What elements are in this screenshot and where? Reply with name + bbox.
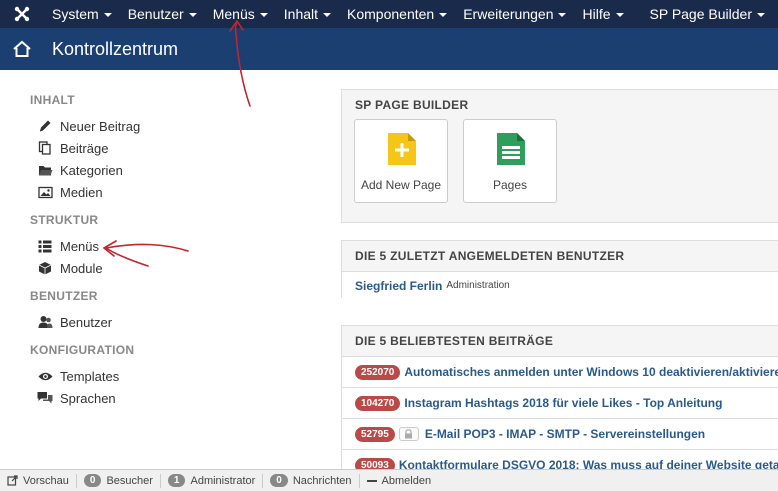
messages-status[interactable]: 0 Nachrichten	[263, 473, 360, 488]
nav-erweiterungen[interactable]: Erweiterungen	[455, 0, 574, 28]
messages-count: 0	[270, 474, 288, 487]
cube-icon	[37, 260, 53, 276]
add-new-page-label: Add New Page	[360, 178, 442, 192]
user-name-link[interactable]: Siegfried Ferlin	[355, 279, 442, 293]
nav-system[interactable]: System	[44, 0, 120, 28]
lock-icon	[398, 427, 419, 441]
add-new-page-tile[interactable]: Add New Page	[354, 119, 448, 203]
list-item: 104270 Instagram Hashtags 2018 für viele…	[342, 387, 778, 418]
logged-users-panel: DIE 5 ZULETZT ANGEMELDETEN BENUTZER Sieg…	[341, 240, 778, 299]
nav-sp-page-builder[interactable]: SP Page Builder	[642, 0, 773, 28]
external-link-icon	[7, 475, 18, 486]
page-header: Kontrollzentrum	[0, 28, 778, 70]
sidebar-item-sprachen[interactable]: Sprachen	[30, 387, 310, 409]
sidebar-item-templates[interactable]: Templates	[30, 365, 310, 387]
hits-badge: 52795	[355, 426, 395, 442]
image-icon	[37, 184, 53, 200]
list-item: Siegfried Ferlin Administration	[342, 271, 778, 299]
pencil-icon	[37, 118, 53, 134]
sidebar-section-benutzer: BENUTZER	[30, 289, 98, 303]
sppb-panel: SP PAGE BUILDER Add New Page Pages	[341, 89, 778, 223]
caret-down-icon	[188, 13, 197, 17]
pages-tile[interactable]: Pages	[463, 119, 557, 203]
nav-menues[interactable]: Menüs	[205, 0, 276, 28]
sidebar-item-neuer-beitrag[interactable]: Neuer Beitrag	[30, 115, 310, 137]
status-bar: Vorschau 0 Besucher 1 Administrator 0 Na…	[0, 469, 778, 491]
sidebar-item-menues[interactable]: Menüs	[30, 235, 310, 257]
top-navbar: System Benutzer Menüs Inhalt Komponenten…	[0, 0, 778, 28]
caret-down-icon	[103, 13, 112, 17]
hits-badge: 252070	[355, 364, 401, 380]
sidebar-item-kategorien[interactable]: Kategorien	[30, 159, 310, 181]
joomla-logo-icon[interactable]	[0, 0, 44, 28]
pages-label: Pages	[492, 178, 528, 192]
caret-down-icon	[439, 13, 448, 17]
caret-down-icon	[558, 13, 567, 17]
popular-articles-panel: DIE 5 BELIEBTESTEN BEITRÄGE 252070 Autom…	[341, 325, 778, 470]
pages-icon	[496, 132, 526, 166]
folder-icon	[37, 162, 53, 178]
page-title: Kontrollzentrum	[52, 38, 179, 59]
sidebar-item-beitraege[interactable]: Beiträge	[30, 137, 310, 159]
sidebar-item-medien[interactable]: Medien	[30, 181, 310, 203]
article-link[interactable]: E-Mail POP3 - IMAP - SMTP - Servereinste…	[425, 427, 705, 441]
list-item: 52795 E-Mail POP3 - IMAP - SMTP - Server…	[342, 418, 778, 449]
sidebar-item-benutzer[interactable]: Benutzer	[30, 311, 310, 333]
admins-status[interactable]: 1 Administrator	[161, 473, 264, 488]
preview-link[interactable]: Vorschau	[0, 473, 77, 488]
hits-badge: 104270	[355, 395, 401, 411]
sidebar-section-inhalt: INHALT	[30, 93, 75, 107]
visitors-status[interactable]: 0 Besucher	[77, 473, 161, 488]
nav-hilfe[interactable]: Hilfe	[574, 0, 631, 28]
users-icon	[37, 314, 53, 330]
eye-icon	[37, 368, 53, 384]
caret-down-icon	[756, 13, 765, 17]
caret-down-icon	[615, 13, 624, 17]
caret-down-icon	[323, 13, 332, 17]
nav-komponenten[interactable]: Komponenten	[339, 0, 455, 28]
popular-articles-title: DIE 5 BELIEBTESTEN BEITRÄGE	[355, 334, 554, 348]
home-icon	[0, 28, 44, 70]
sidebar: INHALT Neuer Beitrag Beiträge Kategorien…	[30, 92, 310, 409]
minus-icon	[366, 479, 377, 482]
add-page-icon	[387, 132, 417, 166]
sidebar-item-module[interactable]: Module	[30, 257, 310, 279]
list-item: 50093 Kontaktformulare DSGVO 2018: Was m…	[342, 449, 778, 469]
copy-icon	[37, 140, 53, 156]
admins-count: 1	[167, 474, 186, 487]
user-role: Administration	[446, 280, 510, 291]
nav-inhalt[interactable]: Inhalt	[276, 0, 339, 28]
nav-benutzer[interactable]: Benutzer	[120, 0, 205, 28]
caret-down-icon	[259, 13, 268, 17]
list-item: 252070 Automatisches anmelden unter Wind…	[342, 356, 778, 387]
visitors-count: 0	[83, 474, 102, 487]
article-link[interactable]: Automatisches anmelden unter Windows 10 …	[404, 365, 778, 379]
article-link[interactable]: Instagram Hashtags 2018 für viele Likes …	[404, 396, 722, 410]
sidebar-section-struktur: STRUKTUR	[30, 213, 99, 227]
sidebar-section-konfiguration: KONFIGURATION	[30, 343, 135, 357]
logged-users-title: DIE 5 ZULETZT ANGEMELDETEN BENUTZER	[355, 249, 625, 263]
sppb-panel-title: SP PAGE BUILDER	[355, 98, 469, 112]
comments-icon	[37, 390, 53, 406]
list-icon	[37, 238, 53, 254]
logout-link[interactable]: Abmelden	[360, 474, 439, 488]
